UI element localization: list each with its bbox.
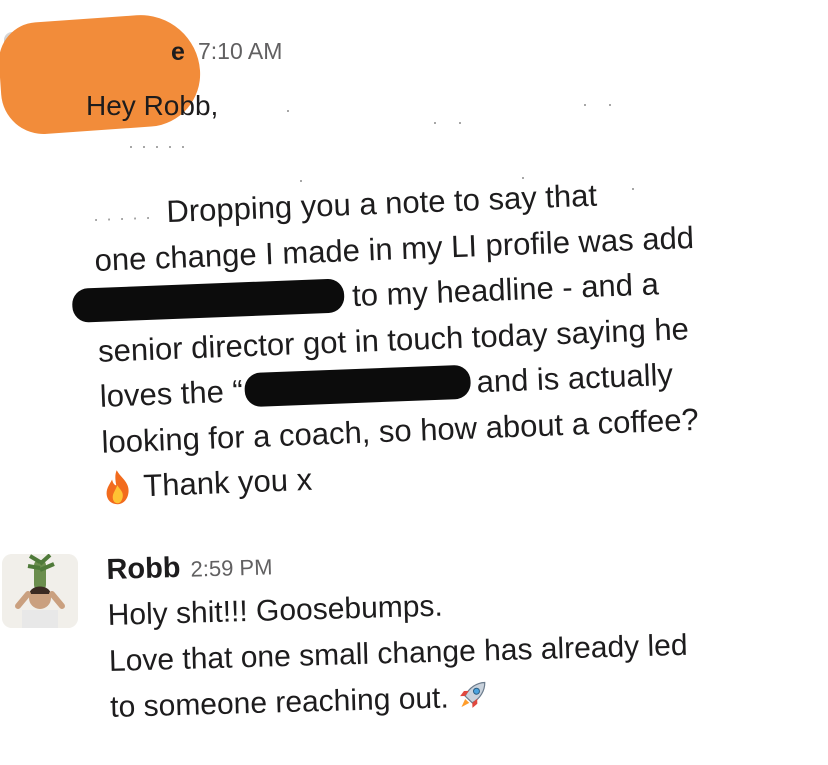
black-redaction (244, 364, 472, 408)
scan-dot: · (285, 100, 298, 120)
scan-dot: ····· (128, 136, 193, 156)
sender-name[interactable]: Robb (106, 552, 181, 586)
sender-name-fragment[interactable]: e (171, 38, 185, 67)
message-2: Robb 2:59 PM Holy shit!!! Goosebumps. Lov… (106, 534, 811, 730)
message-body: Holy shit!!! Goosebumps. Love that one s… (107, 573, 811, 730)
message-timestamp[interactable]: 7:10 AM (198, 38, 282, 65)
fire-icon (106, 470, 129, 505)
chat-screenshot: e 7:10 AM Hey Robb, · · · · · ····· · · … (0, 0, 828, 765)
scan-dot: · · (432, 112, 470, 132)
black-redaction (71, 278, 345, 323)
message-greeting: Hey Robb, (86, 90, 219, 121)
scan-dot: · · (582, 94, 620, 114)
profile-photo (2, 554, 78, 628)
message-timestamp[interactable]: 2:59 PM (190, 554, 273, 581)
message-body: ····· Dropping you a note to say that on… (71, 165, 819, 511)
robb-avatar[interactable] (2, 554, 78, 628)
rocket-icon (459, 681, 485, 708)
